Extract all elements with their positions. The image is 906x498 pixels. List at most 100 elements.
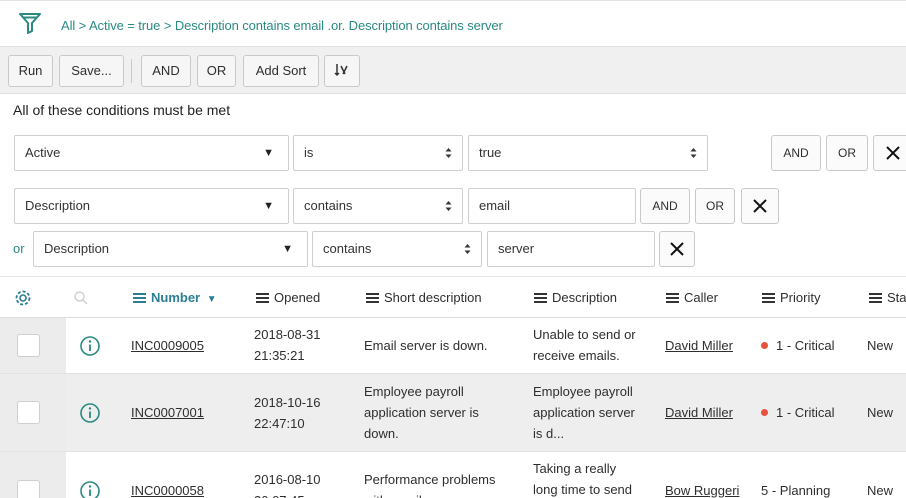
info-icon[interactable] <box>79 480 101 498</box>
breadcrumb: All > Active = true > Description contai… <box>61 18 503 33</box>
condition-operator-select[interactable]: is <box>293 135 463 171</box>
condition-or-button[interactable]: OR <box>695 188 735 224</box>
priority-critical-dot <box>761 409 768 416</box>
caret-down-icon: ▼ <box>263 147 274 159</box>
info-icon[interactable] <box>79 335 101 357</box>
select-updown-icon <box>445 201 452 211</box>
sort-fields-button[interactable] <box>324 55 360 87</box>
incident-number-link[interactable]: INC0009005 <box>131 335 204 356</box>
caller-link[interactable]: Bow Ruggeri <box>665 480 739 498</box>
short-description-line: Performance problems <box>364 472 496 487</box>
row-checkbox[interactable] <box>17 401 40 424</box>
column-label: Opened <box>274 290 321 305</box>
condition-field-value: Description <box>25 198 91 213</box>
priority-critical-dot <box>761 342 768 349</box>
condition-field-select[interactable]: Description ▼ <box>14 188 289 224</box>
hamburger-icon <box>133 293 146 303</box>
hamburger-icon <box>256 293 269 303</box>
sort-fields-icon <box>334 64 348 77</box>
column-header-number[interactable]: Number ▼ <box>133 290 217 305</box>
close-icon <box>753 199 767 213</box>
or-condition-label: or <box>13 241 25 256</box>
condition-operator-select[interactable]: contains <box>293 188 463 224</box>
incident-number-link[interactable]: INC0000058 <box>131 480 204 498</box>
condition-and-button[interactable]: AND <box>771 135 821 171</box>
column-header-opened[interactable]: Opened <box>256 290 320 305</box>
row-checkbox[interactable] <box>17 334 40 357</box>
column-label: Priority <box>780 290 821 305</box>
description-line: Unable to send or <box>533 327 636 342</box>
add-sort-button[interactable]: Add Sort <box>243 55 319 87</box>
opened-cell: 2018-10-16 22:47:10 <box>254 392 321 434</box>
breadcrumb-description[interactable]: Description contains email .or. Descript… <box>175 18 503 33</box>
save-button[interactable]: Save... <box>59 55 124 87</box>
hamburger-icon <box>534 293 547 303</box>
priority-cell: 1 - Critical <box>761 402 835 423</box>
condition-field-select[interactable]: Active ▼ <box>14 135 289 171</box>
search-icon[interactable] <box>73 290 89 306</box>
incident-number-link[interactable]: INC0007001 <box>131 402 204 423</box>
remove-condition-button[interactable] <box>873 135 906 171</box>
table-row[interactable]: INC0009005 2018-08-31 21:35:21 Email ser… <box>0 318 906 374</box>
hamburger-icon <box>762 293 775 303</box>
settings-gear-icon[interactable] <box>13 288 33 308</box>
description-line: application server <box>533 405 635 420</box>
breadcrumb-all[interactable]: All <box>61 18 75 33</box>
breadcrumb-separator: > <box>78 18 87 33</box>
caret-down-icon: ▼ <box>263 200 274 212</box>
condition-value-select[interactable]: true <box>468 135 708 171</box>
opened-time: 20:07:45 <box>254 490 321 498</box>
column-label: Short description <box>384 290 482 305</box>
column-label: Sta <box>887 290 906 305</box>
opened-time: 22:47:10 <box>254 416 305 431</box>
close-icon <box>670 242 684 256</box>
column-header-state[interactable]: Sta <box>869 290 906 305</box>
opened-date: 2018-08-31 <box>254 327 321 342</box>
table-row[interactable]: INC0000058 2016-08-10 20:07:45 Performan… <box>0 452 906 498</box>
run-button[interactable]: Run <box>8 55 53 87</box>
row-checkbox[interactable] <box>17 480 40 498</box>
breadcrumb-separator: > <box>163 18 172 33</box>
remove-condition-button[interactable] <box>741 188 779 224</box>
column-header-description[interactable]: Description <box>534 290 617 305</box>
info-icon[interactable] <box>79 402 101 424</box>
breadcrumb-active[interactable]: Active = true <box>89 18 160 33</box>
condition-operator-select[interactable]: contains <box>312 231 482 267</box>
opened-cell: 2018-08-31 21:35:21 <box>254 324 321 366</box>
condition-or-button[interactable]: OR <box>826 135 868 171</box>
condition-operator-value: is <box>304 145 314 160</box>
or-button[interactable]: OR <box>197 55 236 87</box>
short-description-line: application server is <box>364 405 479 420</box>
condition-and-button[interactable]: AND <box>640 188 690 224</box>
column-label: Caller <box>684 290 718 305</box>
and-button[interactable]: AND <box>141 55 191 87</box>
caller-link[interactable]: David Miller <box>665 402 733 423</box>
remove-condition-button[interactable] <box>659 231 695 267</box>
column-label: Number <box>151 290 201 305</box>
priority-cell: 1 - Critical <box>761 335 835 356</box>
hamburger-icon <box>869 293 882 303</box>
condition-field-value: Description <box>44 241 110 256</box>
filter-toolbar: Run Save... AND OR Add Sort <box>0 46 906 94</box>
opened-cell: 2016-08-10 20:07:45 <box>254 469 321 498</box>
column-header-short-description[interactable]: Short description <box>366 290 482 305</box>
filter-conditions: All of these conditions must be met Acti… <box>0 94 906 276</box>
description-cell: Taking a really long time to send <box>533 458 632 498</box>
column-header-priority[interactable]: Priority <box>762 290 820 305</box>
condition-value-input[interactable]: server <box>487 231 655 267</box>
filter-funnel-icon[interactable] <box>18 11 42 35</box>
opened-date: 2016-08-10 <box>254 472 321 487</box>
table-row[interactable]: INC0007001 2018-10-16 22:47:10 Employee … <box>0 374 906 452</box>
condition-field-select[interactable]: Description ▼ <box>33 231 308 267</box>
select-updown-icon <box>445 148 452 158</box>
condition-value-input[interactable]: email <box>468 188 636 224</box>
description-line: long time to send <box>533 482 633 497</box>
caller-link[interactable]: David Miller <box>665 335 733 356</box>
state-cell: New <box>867 483 894 498</box>
short-description-cell: Performance problems with email <box>364 469 496 498</box>
opened-date: 2018-10-16 <box>254 395 321 410</box>
priority-cell: 5 - Planning <box>761 483 831 498</box>
condition-field-value: Active <box>25 145 61 160</box>
description-line: Employee payroll <box>533 384 633 399</box>
column-header-caller[interactable]: Caller <box>666 290 718 305</box>
